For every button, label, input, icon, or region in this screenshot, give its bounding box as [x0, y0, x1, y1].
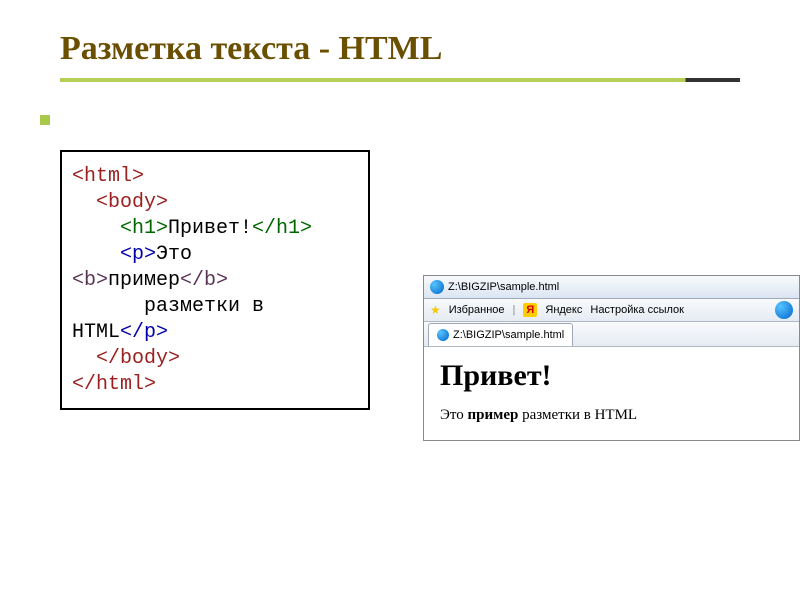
slide-title: Разметка текста - HTML [60, 30, 800, 68]
code-example-box: <html> <body> <h1>Привет!</h1> <p>Это <b… [60, 150, 370, 410]
title-underline [60, 78, 740, 82]
text-p2: разметки в [144, 295, 264, 318]
tag-h1-close: </h1> [252, 217, 312, 240]
ie-logo-icon [775, 301, 793, 319]
favorites-label: Избранное [449, 304, 505, 316]
links-label: Настройка ссылок [590, 304, 684, 316]
yandex-icon: Я [523, 303, 537, 317]
rendered-p-bold: пример [468, 407, 519, 423]
tag-body-close: </body> [96, 347, 180, 370]
ie-icon [430, 280, 444, 294]
browser-viewport: Привет! Это пример разметки в HTML [424, 347, 799, 440]
tag-html-open: <html> [72, 165, 144, 188]
browser-tab: Z:\BIGZIP\sample.html [428, 323, 573, 346]
star-icon: ★ [430, 303, 441, 317]
rendered-p-prefix: Это [440, 407, 468, 423]
tag-b-open: <b> [72, 269, 108, 292]
text-h1: Привет! [168, 217, 252, 240]
tag-body-open: <body> [96, 191, 168, 214]
yandex-label: Яндекс [545, 304, 582, 316]
rendered-h1: Привет! [440, 359, 783, 393]
rendered-p-suffix: разметки в HTML [518, 407, 637, 423]
tag-html-close: </html> [72, 373, 156, 396]
browser-tab-bar: Z:\BIGZIP\sample.html [424, 322, 799, 347]
tag-b-close: </b> [180, 269, 228, 292]
browser-favorites-bar: ★ Избранное | Я Яндекс Настройка ссылок [424, 299, 799, 322]
text-p3: HTML [72, 321, 120, 344]
tab-favicon [437, 329, 449, 341]
tag-p-open: <p> [120, 243, 156, 266]
browser-window: Z:\BIGZIP\sample.html ★ Избранное | Я Ян… [423, 275, 800, 441]
text-p1: Это [156, 243, 192, 266]
slide: Разметка текста - HTML <html> <body> <h1… [0, 0, 800, 600]
bullet-square [40, 115, 50, 125]
tab-title: Z:\BIGZIP\sample.html [453, 329, 564, 341]
address-text: Z:\BIGZIP\sample.html [448, 281, 793, 293]
tag-p-close: </p> [120, 321, 168, 344]
separator: | [513, 304, 516, 316]
text-b: пример [108, 269, 180, 292]
rendered-paragraph: Это пример разметки в HTML [440, 407, 783, 424]
tag-h1-open: <h1> [120, 217, 168, 240]
browser-address-bar: Z:\BIGZIP\sample.html [424, 276, 799, 299]
